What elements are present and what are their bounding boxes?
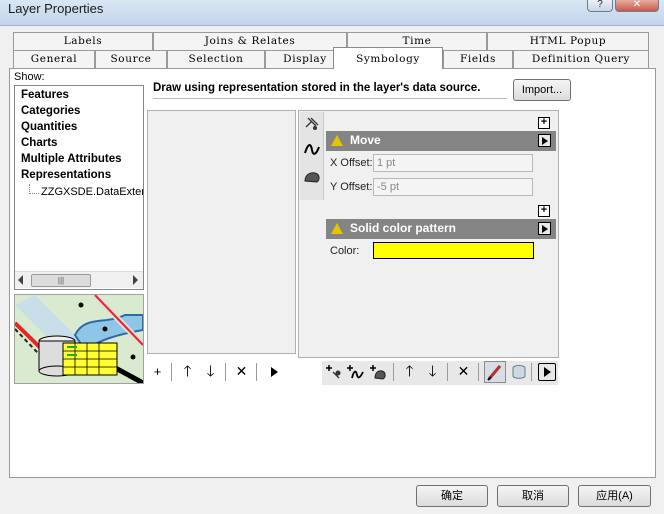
y-offset-field[interactable]: -5 pt: [373, 178, 533, 196]
color-label: Color:: [330, 245, 360, 257]
tab-source[interactable]: Source: [95, 50, 167, 68]
arrow-down-icon[interactable]: 🡓: [202, 363, 219, 380]
fill-effect-menu-button[interactable]: [538, 222, 551, 235]
tab-symbology[interactable]: Symbology: [333, 47, 443, 69]
renderer-description: Draw using representation stored in the …: [153, 82, 481, 94]
tree-line: [29, 193, 39, 194]
toolbar-separator: [478, 363, 479, 381]
category-multiple-attributes[interactable]: Multiple Attributes: [21, 153, 122, 165]
category-hscrollbar[interactable]: |||: [15, 271, 143, 288]
move-effect-title: Move: [350, 133, 381, 147]
toolbar-separator: [171, 363, 172, 381]
fill-effect-title: Solid color pattern: [350, 221, 457, 235]
tab-selection[interactable]: Selection: [167, 50, 265, 68]
toolbar-separator: [393, 363, 394, 381]
arrow-down-icon[interactable]: 🡓: [424, 363, 441, 380]
category-list: Features Categories Quantities Charts Mu…: [14, 85, 144, 290]
category-representations[interactable]: Representations: [21, 169, 111, 181]
delete-icon[interactable]: ✕: [455, 363, 472, 380]
symbology-preview-image: [14, 294, 144, 384]
stroke-layer-icon[interactable]: [303, 141, 321, 159]
geometric-effects-toggle[interactable]: [484, 361, 506, 383]
database-icon[interactable]: [510, 363, 528, 381]
x-offset-label: X Offset:: [330, 157, 373, 169]
move-effect-menu-button[interactable]: [538, 134, 551, 147]
fill-color-swatch[interactable]: [373, 242, 534, 259]
scroll-thumb[interactable]: |||: [31, 274, 91, 287]
description-divider: [153, 98, 507, 99]
add-marker-layer-icon[interactable]: [325, 363, 343, 381]
ok-button[interactable]: 确定: [416, 485, 488, 507]
close-button[interactable]: ✕: [615, 0, 659, 12]
category-charts[interactable]: Charts: [21, 137, 57, 149]
fill-effect-header[interactable]: Solid color pattern: [326, 219, 556, 239]
symbol-type-strip: [300, 112, 324, 200]
category-features[interactable]: Features: [21, 89, 69, 101]
tab-definition-query[interactable]: Definition Query: [513, 50, 649, 68]
play-icon[interactable]: [271, 367, 278, 377]
arrow-up-icon[interactable]: 🡑: [179, 363, 196, 380]
rule-list[interactable]: [147, 110, 296, 354]
add-icon[interactable]: +: [149, 363, 166, 380]
warning-icon: [331, 223, 343, 234]
y-offset-label: Y Offset:: [330, 181, 373, 193]
apply-button[interactable]: 应用(A): [578, 485, 651, 507]
toolbar-separator: [256, 363, 257, 381]
x-offset-field[interactable]: 1 pt: [373, 154, 533, 172]
fill-layer-icon[interactable]: [303, 168, 321, 186]
tab-general[interactable]: General: [13, 50, 95, 68]
scroll-right-icon[interactable]: [133, 275, 138, 285]
category-categories[interactable]: Categories: [21, 105, 80, 117]
play-icon: [542, 137, 548, 145]
move-effect-header[interactable]: Move: [326, 131, 556, 151]
warning-icon: [331, 135, 343, 146]
tab-labels[interactable]: Labels: [13, 32, 153, 50]
play-icon: [542, 225, 548, 233]
add-fill-layer-icon[interactable]: [369, 363, 387, 381]
marker-layer-icon[interactable]: [303, 115, 321, 133]
cancel-button[interactable]: 取消: [497, 485, 569, 507]
expand-move-button[interactable]: +: [538, 117, 550, 129]
tab-joins-relates[interactable]: Joins & Relates: [153, 32, 347, 50]
representation-subitem[interactable]: ZZGXSDE.DataExter: [41, 186, 143, 198]
effects-menu-button[interactable]: [538, 363, 556, 381]
show-label: Show:: [14, 71, 45, 83]
delete-icon[interactable]: ✕: [233, 363, 250, 380]
expand-fill-button[interactable]: +: [538, 205, 550, 217]
help-button[interactable]: ?: [587, 0, 613, 12]
play-icon: [544, 367, 551, 377]
category-quantities[interactable]: Quantities: [21, 121, 77, 133]
toolbar-separator: [531, 363, 532, 381]
tab-html-popup[interactable]: HTML Popup: [487, 32, 649, 50]
tab-fields[interactable]: Fields: [443, 50, 513, 68]
toolbar-separator: [447, 363, 448, 381]
import-button[interactable]: Import...: [513, 79, 571, 101]
arrow-up-icon[interactable]: 🡑: [401, 363, 418, 380]
scroll-left-icon[interactable]: [18, 275, 23, 285]
add-stroke-layer-icon[interactable]: [346, 363, 364, 381]
window-title: Layer Properties: [8, 1, 104, 16]
toolbar-separator: [225, 363, 226, 381]
